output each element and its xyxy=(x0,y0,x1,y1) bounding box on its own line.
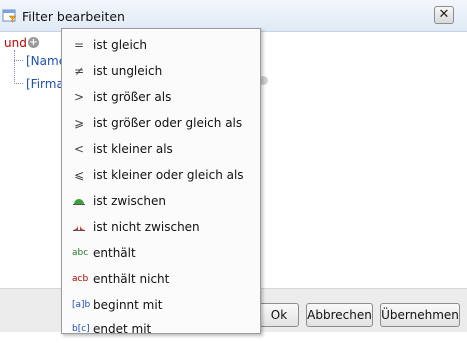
menu-item-label: beginnt mit xyxy=(93,298,163,312)
not-equals-icon: ≠ xyxy=(73,64,85,78)
between-icon xyxy=(73,199,85,205)
menu-item-begins-with[interactable]: [a]b beginnt mit xyxy=(62,293,260,319)
tree-branch xyxy=(14,60,23,62)
contains-icon: abc xyxy=(72,248,89,258)
operator-dropdown-menu: = ist gleich ≠ ist ungleich > ist größer… xyxy=(61,28,261,336)
menu-item-less-equal[interactable]: ⩽ ist kleiner oder gleich als xyxy=(62,163,260,189)
less-than-icon: < xyxy=(73,142,85,156)
menu-item-label: ist größer als xyxy=(93,90,172,104)
ok-button[interactable]: Ok xyxy=(259,303,299,327)
menu-item-not-equals[interactable]: ≠ ist ungleich xyxy=(62,59,260,85)
menu-item-contains[interactable]: abc enthält xyxy=(62,241,260,267)
menu-item-label: ist größer oder gleich als xyxy=(93,116,243,130)
menu-item-not-contains[interactable]: acb enthält nicht xyxy=(62,267,260,293)
begins-with-icon: [a]b xyxy=(72,300,91,310)
greater-than-icon: > xyxy=(73,90,85,104)
menu-item-label: ist kleiner oder gleich als xyxy=(93,168,244,182)
not-contains-icon: acb xyxy=(72,274,89,284)
equals-icon: = xyxy=(73,38,85,52)
less-equal-icon: ⩽ xyxy=(73,168,85,182)
tree-branch xyxy=(14,83,23,85)
menu-item-not-between[interactable]: ist nicht zwischen xyxy=(62,215,260,241)
menu-item-label: ist zwischen xyxy=(93,194,166,208)
menu-item-greater[interactable]: > ist größer als xyxy=(62,85,260,111)
menu-item-less[interactable]: < ist kleiner als xyxy=(62,137,260,163)
menu-item-label: ist ungleich xyxy=(93,64,163,78)
tree-connector xyxy=(14,50,16,84)
menu-item-label: ist nicht zwischen xyxy=(93,220,200,234)
ends-with-icon: b[c] xyxy=(72,324,90,334)
apply-button[interactable]: Übernehmen xyxy=(380,303,460,327)
close-button[interactable]: ✕ xyxy=(434,6,454,24)
menu-item-between[interactable]: ist zwischen xyxy=(62,189,260,215)
menu-item-label: ist kleiner als xyxy=(93,142,173,156)
tree-root-and[interactable]: und xyxy=(4,36,27,50)
add-condition-icon[interactable]: + xyxy=(28,37,39,48)
menu-item-greater-equal[interactable]: ⩾ ist größer oder gleich als xyxy=(62,111,260,137)
window-title: Filter bearbeiten xyxy=(22,9,125,24)
menu-item-label: enthält nicht xyxy=(93,272,170,286)
cancel-button[interactable]: Abbrechen xyxy=(306,303,373,327)
greater-equal-icon: ⩾ xyxy=(73,116,85,130)
menu-item-label: endet mit xyxy=(93,322,152,336)
not-between-icon xyxy=(73,225,85,231)
menu-item-ends-with[interactable]: b[c] endet mit xyxy=(62,317,260,343)
menu-item-label: ist gleich xyxy=(93,38,147,52)
filter-window-icon xyxy=(2,9,17,23)
menu-item-equals[interactable]: = ist gleich xyxy=(62,33,260,59)
menu-item-label: enthält xyxy=(93,246,136,260)
